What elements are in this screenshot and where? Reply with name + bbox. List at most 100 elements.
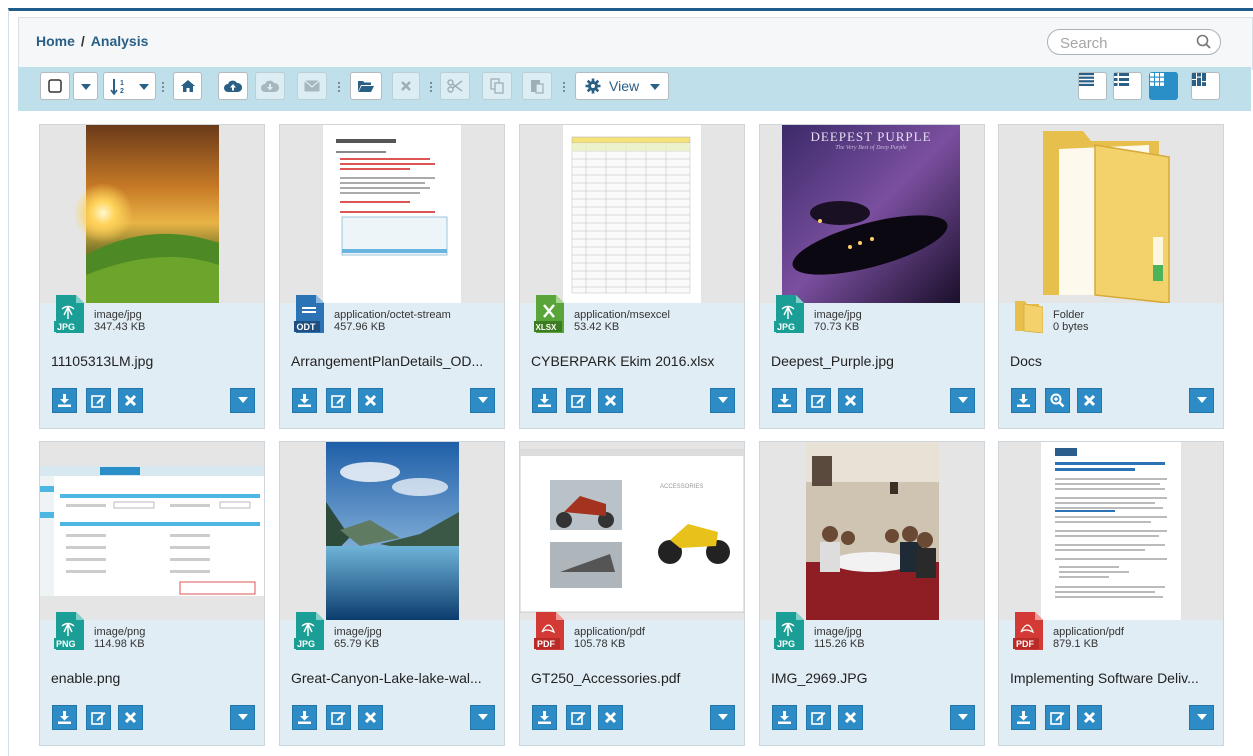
download-button[interactable] — [255, 72, 285, 100]
album-cover-image — [782, 125, 960, 303]
download-file-button[interactable] — [772, 388, 797, 413]
caret-down-icon — [718, 714, 728, 720]
cut-button[interactable] — [440, 72, 470, 100]
upload-button[interactable] — [218, 72, 248, 100]
view-list-button[interactable] — [1078, 72, 1107, 100]
download-file-button[interactable] — [1011, 705, 1036, 730]
file-size: 105.78 KB — [574, 638, 626, 650]
download-file-button[interactable] — [532, 388, 557, 413]
file-menu-button[interactable] — [950, 705, 975, 730]
delete-file-button[interactable] — [1077, 705, 1102, 730]
delete-file-button[interactable] — [838, 388, 863, 413]
edit-file-button[interactable] — [806, 705, 831, 730]
file-card[interactable]: JPG image/jpg 65.79 KB Great-Canyon-Lake… — [279, 441, 505, 746]
file-card[interactable]: JPG image/jpg 347.43 KB 11105313LM.jpg — [39, 124, 265, 429]
delete-file-button[interactable] — [358, 388, 383, 413]
edit-file-button[interactable] — [1045, 705, 1070, 730]
file-name[interactable]: Implementing Software Deliv... — [1010, 670, 1215, 686]
edit-icon — [811, 712, 826, 725]
album-subtitle: The Very Best of Deep Purple — [835, 145, 907, 151]
paste-button[interactable] — [522, 72, 552, 100]
file-name[interactable]: Great-Canyon-Lake-lake-wal... — [291, 670, 496, 686]
file-size: 0 bytes — [1053, 321, 1089, 333]
download-file-button[interactable] — [532, 705, 557, 730]
new-folder-button[interactable] — [350, 72, 382, 100]
download-icon — [298, 394, 311, 407]
search-icon[interactable] — [1194, 32, 1214, 52]
file-card[interactable]: PDF application/pdf 879.1 KB Implementin… — [998, 441, 1224, 746]
select-dropdown-button[interactable] — [73, 72, 98, 100]
file-card[interactable]: DEEPEST PURPLE The Very Best of Deep Pur… — [759, 124, 985, 429]
edit-file-button[interactable] — [566, 705, 591, 730]
file-thumbnail — [280, 125, 504, 303]
file-menu-button[interactable] — [230, 705, 255, 730]
edit-file-button[interactable] — [326, 705, 351, 730]
file-size: 114.98 KB — [94, 638, 145, 650]
file-menu-button[interactable] — [710, 705, 735, 730]
edit-file-button[interactable] — [86, 388, 111, 413]
edit-icon — [331, 712, 346, 725]
file-name[interactable]: ArrangementPlanDetails_OD... — [291, 353, 496, 369]
close-icon — [364, 394, 377, 407]
file-menu-button[interactable] — [950, 388, 975, 413]
delete-file-button[interactable] — [598, 388, 623, 413]
delete-file-button[interactable] — [838, 705, 863, 730]
file-menu-button[interactable] — [470, 388, 495, 413]
jpg-file-icon: JPG — [54, 295, 84, 333]
breadcrumb-current[interactable]: Analysis — [91, 33, 149, 49]
email-button[interactable] — [297, 72, 327, 100]
download-icon — [778, 394, 791, 407]
delete-file-button[interactable] — [118, 388, 143, 413]
file-card[interactable]: PNG image/png 114.98 KB enable.png — [39, 441, 265, 746]
select-all-checkbox[interactable] — [40, 72, 70, 100]
home-button[interactable] — [173, 72, 202, 100]
edit-file-button[interactable] — [566, 388, 591, 413]
file-card[interactable]: ODT application/octet-stream 457.96 KB A… — [279, 124, 505, 429]
file-name[interactable]: Deepest_Purple.jpg — [771, 353, 976, 369]
delete-folder-button[interactable] — [1077, 388, 1102, 413]
folder-thumbnail — [999, 125, 1223, 303]
edit-file-button[interactable] — [86, 705, 111, 730]
edit-file-button[interactable] — [326, 388, 351, 413]
delete-file-button[interactable] — [358, 705, 383, 730]
search-input[interactable] — [1058, 34, 1192, 53]
file-menu-button[interactable] — [230, 388, 255, 413]
download-icon — [778, 711, 791, 724]
folder-menu-button[interactable] — [1189, 388, 1214, 413]
file-name[interactable]: GT250_Accessories.pdf — [531, 670, 736, 686]
file-name[interactable]: CYBERPARK Ekim 2016.xlsx — [531, 353, 736, 369]
sort-button[interactable]: 12 — [103, 72, 156, 100]
breadcrumb-home[interactable]: Home — [36, 33, 75, 49]
view-grid-button[interactable] — [1149, 72, 1178, 100]
view-menu-button[interactable]: View — [575, 72, 669, 100]
file-name[interactable]: 11105313LM.jpg — [51, 353, 256, 369]
download-file-button[interactable] — [292, 388, 317, 413]
delete-button[interactable] — [392, 72, 420, 100]
view-tiles-button[interactable] — [1191, 72, 1220, 100]
edit-file-button[interactable] — [806, 388, 831, 413]
file-card[interactable]: ACCESSORIES PDF application/pdf 105.78 K… — [519, 441, 745, 746]
file-size: 53.42 KB — [574, 321, 620, 333]
delete-file-button[interactable] — [598, 705, 623, 730]
open-folder-button[interactable] — [1045, 388, 1070, 413]
caret-down-icon — [139, 84, 149, 90]
folder-card[interactable]: Folder 0 bytes Docs — [998, 124, 1224, 429]
folder-name[interactable]: Docs — [1010, 353, 1215, 369]
file-name[interactable]: enable.png — [51, 670, 256, 686]
download-file-button[interactable] — [52, 388, 77, 413]
file-menu-button[interactable] — [1189, 705, 1214, 730]
download-file-button[interactable] — [772, 705, 797, 730]
file-menu-button[interactable] — [710, 388, 735, 413]
copy-button[interactable] — [482, 72, 512, 100]
file-card[interactable]: XLSX application/msexcel 53.42 KB CYBERP… — [519, 124, 745, 429]
download-file-button[interactable] — [52, 705, 77, 730]
view-details-button[interactable] — [1113, 72, 1142, 100]
file-menu-button[interactable] — [470, 705, 495, 730]
delete-file-button[interactable] — [118, 705, 143, 730]
file-name[interactable]: IMG_2969.JPG — [771, 670, 976, 686]
download-file-button[interactable] — [292, 705, 317, 730]
file-type: image/jpg — [814, 626, 862, 638]
file-type: application/msexcel — [574, 309, 670, 321]
file-card[interactable]: JPG image/jpg 115.26 KB IMG_2969.JPG — [759, 441, 985, 746]
download-folder-button[interactable] — [1011, 388, 1036, 413]
